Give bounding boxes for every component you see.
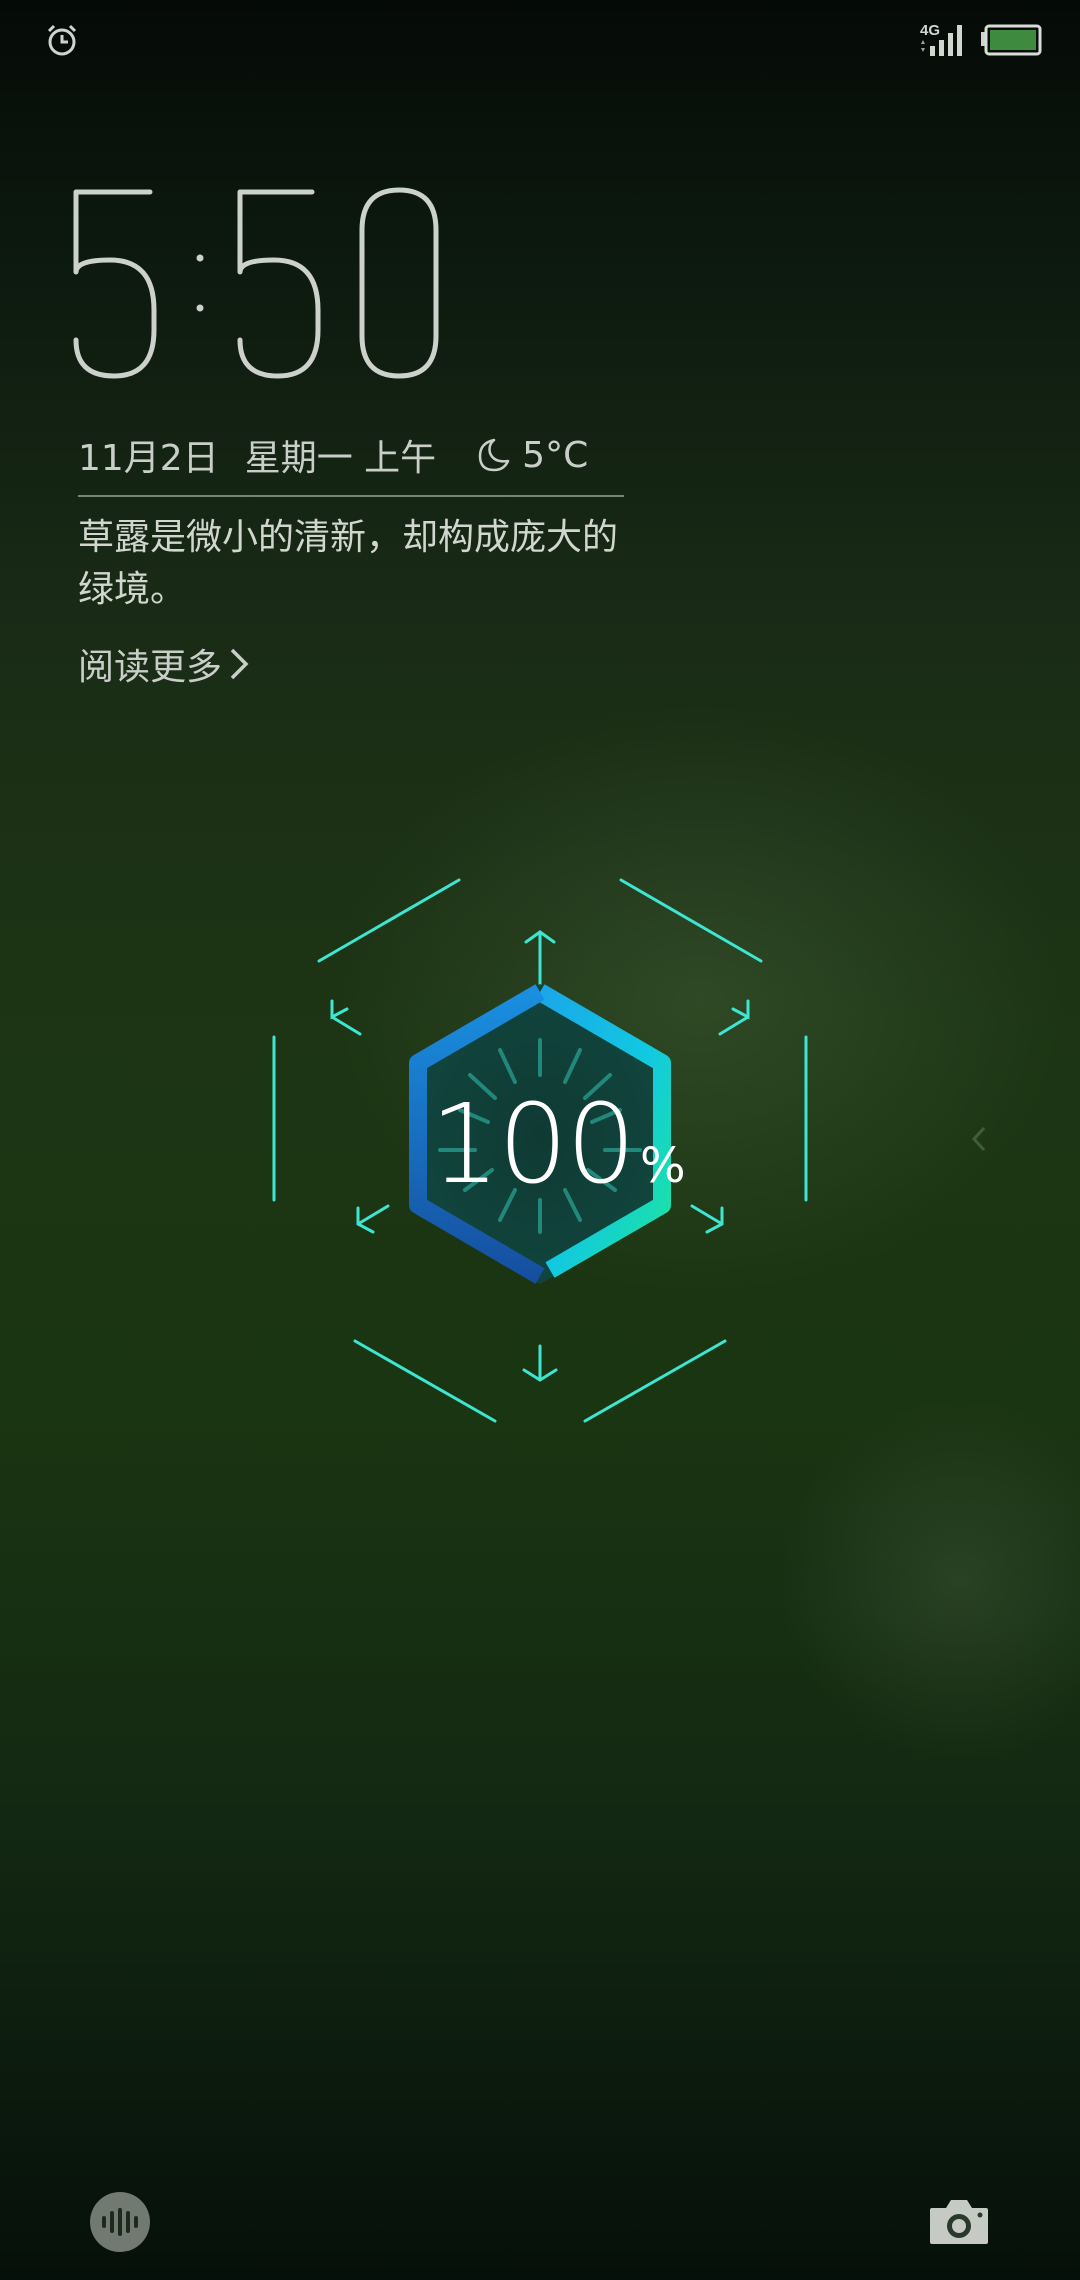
read-more-label: 阅读更多 [78,647,223,688]
date-weather-row: 11月2日 星期一 上午 5°C [78,430,638,480]
signal-icon [921,25,962,56]
moon-icon [478,438,510,472]
clock-minute-digit-2 [359,187,439,379]
temperature-label: 5°C [522,434,589,476]
lock-clock [62,160,482,400]
weekday-period-label: 星期一 上午 [244,438,437,479]
battery-percent-sign: % [639,1138,686,1194]
swipe-hint-arrow-icon [971,1126,986,1152]
clock-hour-digit [73,189,157,379]
voice-assistant-button[interactable] [90,2192,150,2252]
chevron-right-icon [230,648,249,680]
battery-percent: 100% [430,1080,686,1208]
alarm-icon [47,24,77,56]
daily-quote: 草露是微小的清新，却构成庞大的绿境。 [78,517,619,610]
clock-digits [73,187,439,379]
voice-assistant-icon [102,2208,138,2236]
battery-percent-value: 100 [430,1080,636,1208]
read-more-link[interactable]: 阅读更多 [78,638,252,690]
battery-icon [981,24,1042,56]
camera-icon[interactable] [928,2196,990,2246]
lock-screen: 4G 11月2日 星期一 上午 5°C 草露是微小的清新，却构成庞大的绿境。 阅… [0,0,1080,2280]
status-bar: 4G [0,0,1080,80]
clock-minute-digit-1 [237,189,321,379]
divider [78,495,624,497]
date-label: 11月2日 [78,438,219,479]
